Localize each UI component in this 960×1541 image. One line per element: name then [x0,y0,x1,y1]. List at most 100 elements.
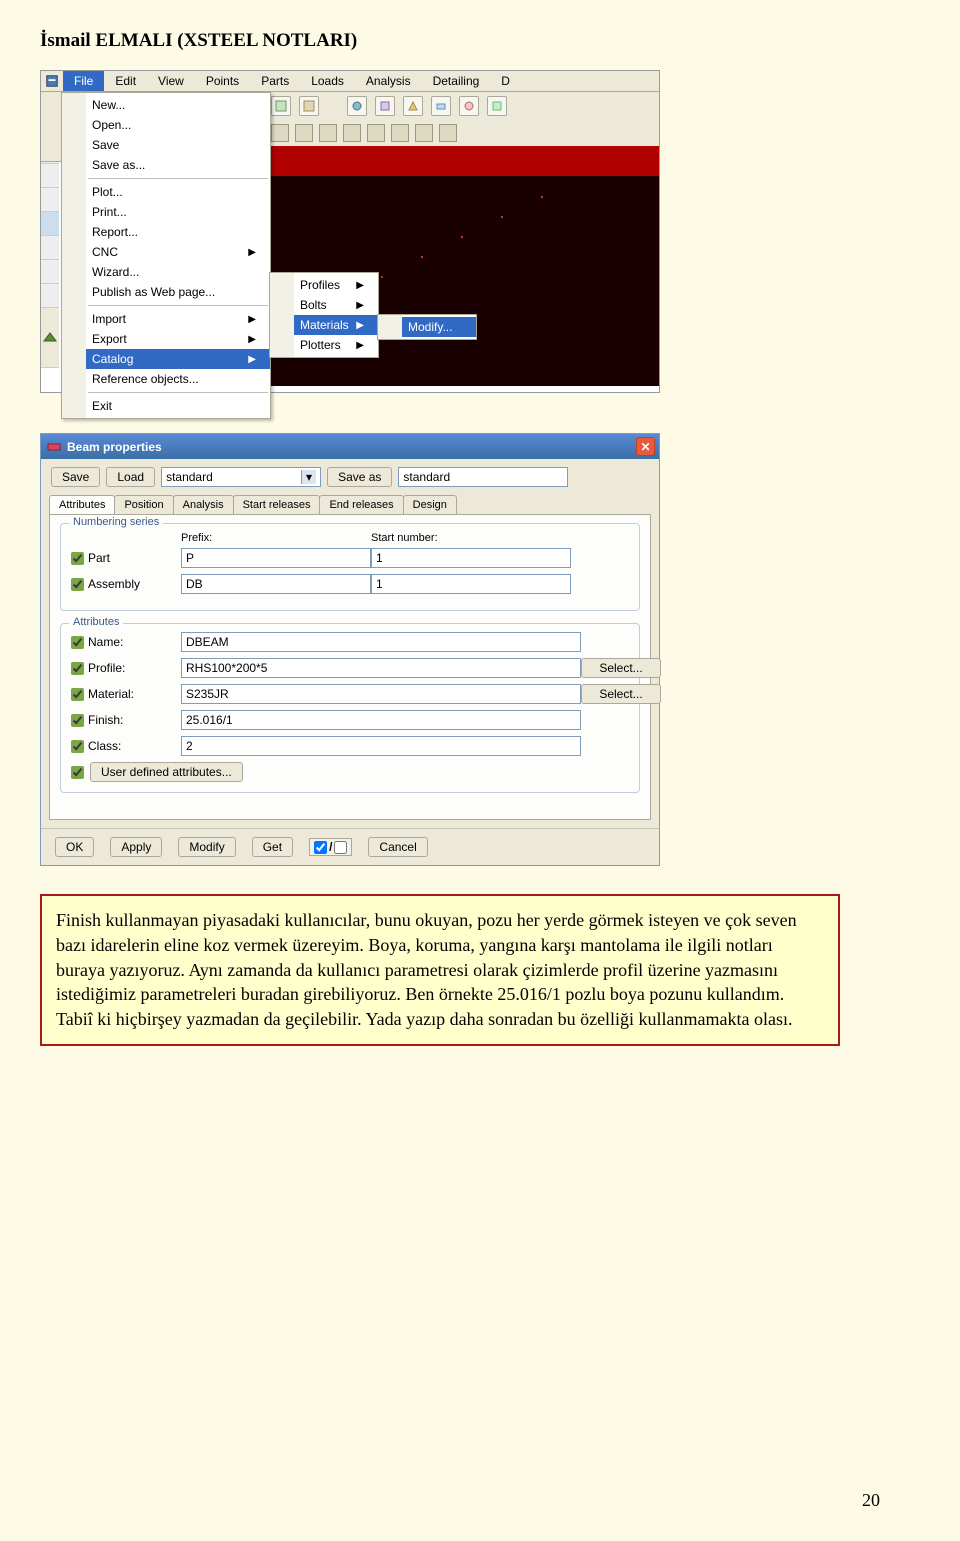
apply-button[interactable]: Apply [110,837,162,857]
toolbar-icon[interactable] [431,96,451,116]
check-class[interactable]: Class: [71,739,181,753]
menu-item-open[interactable]: Open... [86,115,270,135]
toolbar-icon[interactable] [343,124,361,142]
close-button[interactable]: ✕ [636,437,655,456]
submenu-plotters[interactable]: Plotters▶ [294,335,378,355]
toolbar-icon[interactable] [271,96,291,116]
menu-item-report[interactable]: Report... [86,222,270,242]
menu-item-print[interactable]: Print... [86,202,270,222]
tab-analysis[interactable]: Analysis [173,495,234,514]
toolbar-icon[interactable] [439,124,457,142]
menu-item-publish[interactable]: Publish as Web page... [86,282,270,302]
menu-item-save[interactable]: Save [86,135,270,155]
chevron-right-icon: ▶ [248,354,256,365]
menu-item-new[interactable]: New... [86,95,270,115]
user-attributes-button[interactable]: User defined attributes... [90,762,243,782]
menu-view[interactable]: View [147,71,195,91]
menu-parts[interactable]: Parts [250,71,300,91]
tab-strip: Attributes Position Analysis Start relea… [41,495,659,514]
submenu-modify[interactable]: Modify... [402,317,476,337]
toolbar-icon[interactable] [403,96,423,116]
tab-body-attributes: Numbering series Prefix: Start number: P… [49,514,651,820]
menu-item-catalog[interactable]: Catalog▶ [86,349,270,369]
dialog-titlebar[interactable]: Beam properties ✕ [41,434,659,459]
attributes-group: Attributes Name: Profile: Select... Mate… [60,623,640,793]
chevron-right-icon: ▶ [356,280,364,291]
modify-button[interactable]: Modify [178,837,235,857]
submenu-profiles[interactable]: Profiles▶ [294,275,378,295]
material-select-button[interactable]: Select... [581,684,661,704]
cancel-button[interactable]: Cancel [368,837,427,857]
menu-item-plot[interactable]: Plot... [86,182,270,202]
toolbar-icon[interactable] [375,96,395,116]
class-input[interactable] [181,736,581,756]
toggle-on[interactable] [314,841,327,854]
saveas-button[interactable]: Save as [327,467,392,487]
toolbar-icon[interactable] [391,124,409,142]
chevron-right-icon: ▶ [356,300,364,311]
toolbar-icon[interactable] [319,124,337,142]
part-start-input[interactable] [371,548,571,568]
menu-detailing[interactable]: Detailing [422,71,491,91]
menu-d[interactable]: D [490,71,521,91]
menu-analysis[interactable]: Analysis [355,71,422,91]
assembly-start-input[interactable] [371,574,571,594]
check-material[interactable]: Material: [71,687,181,701]
toolbar-icon[interactable] [415,124,433,142]
menu-item-import[interactable]: Import▶ [86,309,270,329]
load-button[interactable]: Load [106,467,155,487]
tab-design[interactable]: Design [403,495,457,514]
get-button[interactable]: Get [252,837,293,857]
chevron-right-icon: ▶ [356,320,364,331]
check-finish[interactable]: Finish: [71,713,181,727]
tab-start-releases[interactable]: Start releases [233,495,321,514]
chevron-right-icon: ▶ [248,334,256,345]
menu-item-cnc[interactable]: CNC▶ [86,242,270,262]
tab-position[interactable]: Position [114,495,173,514]
submenu-bolts[interactable]: Bolts▶ [294,295,378,315]
assembly-prefix-input[interactable] [181,574,371,594]
numbering-series-group: Numbering series Prefix: Start number: P… [60,523,640,611]
toolbar-icon[interactable] [295,124,313,142]
tab-end-releases[interactable]: End releases [319,495,403,514]
check-assembly[interactable]: Assembly [71,577,181,591]
menu-item-reference[interactable]: Reference objects... [86,369,270,389]
toolbar-icon[interactable] [367,124,385,142]
menu-points[interactable]: Points [195,71,250,91]
ok-button[interactable]: OK [55,837,94,857]
part-prefix-input[interactable] [181,548,371,568]
tab-attributes[interactable]: Attributes [49,495,115,514]
menu-item-export[interactable]: Export▶ [86,329,270,349]
check-userattr[interactable] [71,766,84,779]
author-note-box: Finish kullanmayan piyasadaki kullanıcıl… [40,894,840,1046]
menu-file[interactable]: File [63,71,104,91]
dialog-button-row: OK Apply Modify Get / Cancel [41,828,659,865]
toolbar-icon[interactable] [459,96,479,116]
materials-submenu: Modify... [377,314,477,340]
menu-edit[interactable]: Edit [104,71,147,91]
profile-select-button[interactable]: Select... [581,658,661,678]
toolbar-icon[interactable] [487,96,507,116]
menu-item-wizard[interactable]: Wizard... [86,262,270,282]
check-name[interactable]: Name: [71,635,181,649]
preset-combo[interactable]: standard ▾ [161,467,321,487]
menu-item-saveas[interactable]: Save as... [86,155,270,175]
save-button[interactable]: Save [51,467,100,487]
material-input[interactable] [181,684,581,704]
check-part[interactable]: Part [71,551,181,565]
toolbar-icon[interactable] [271,124,289,142]
submenu-materials[interactable]: Materials▶ [294,315,378,335]
finish-input[interactable] [181,710,581,730]
toolbar-icon[interactable] [347,96,367,116]
toggle-off[interactable] [334,841,347,854]
menu-item-exit[interactable]: Exit [86,396,270,416]
chevron-right-icon: ▶ [248,314,256,325]
name-input[interactable] [181,632,581,652]
menu-loads[interactable]: Loads [300,71,355,91]
toggle-icon[interactable]: / [309,838,352,856]
profile-input[interactable] [181,658,581,678]
preset-text[interactable] [398,467,568,487]
toolbar-icon[interactable] [299,96,319,116]
page-header: İsmail ELMALI (XSTEEL NOTLARI) [40,30,900,52]
check-profile[interactable]: Profile: [71,661,181,675]
